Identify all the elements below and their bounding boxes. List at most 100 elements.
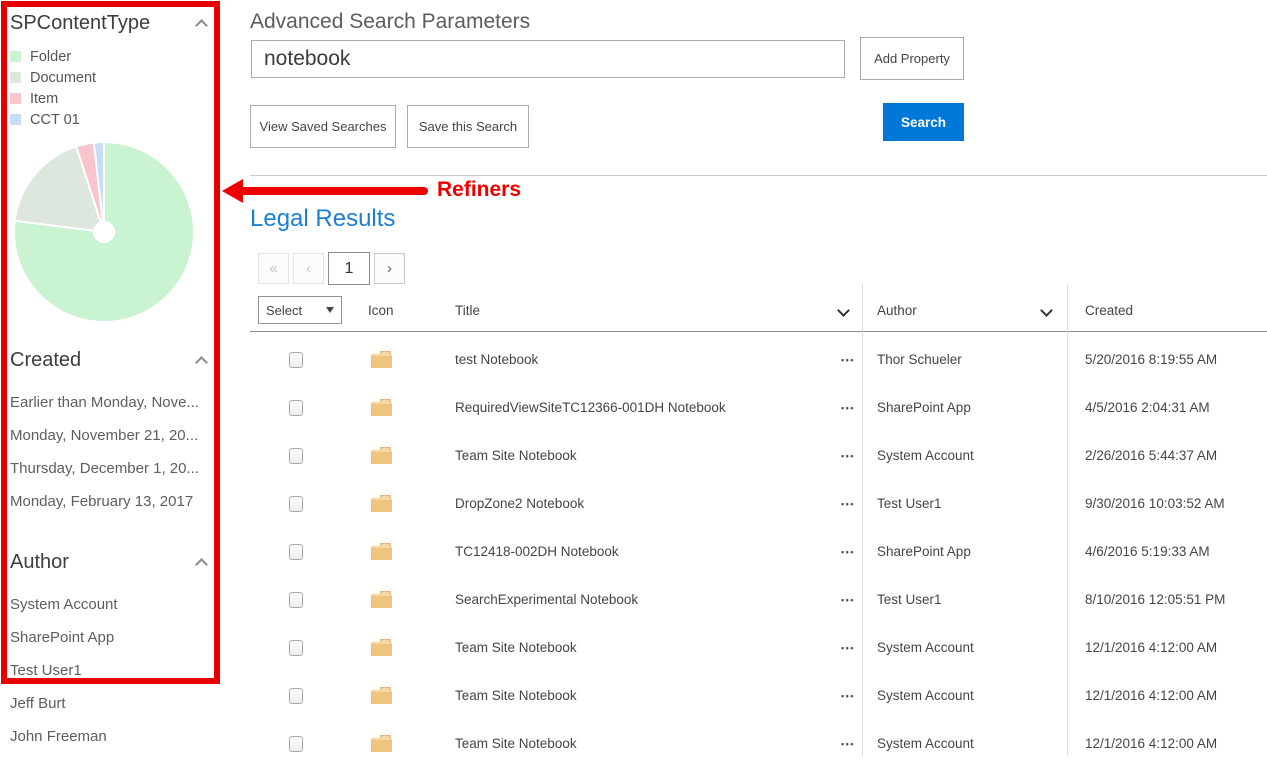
ellipsis-menu-icon[interactable]: ••• (841, 336, 855, 384)
refiner-heading-created: Created (10, 347, 222, 373)
row-checkbox[interactable] (289, 448, 303, 464)
table-row: Team Site Notebook ••• System Account 12… (250, 624, 1267, 672)
row-checkbox[interactable] (289, 592, 303, 608)
pagination-first-button[interactable]: « (258, 253, 289, 284)
table-row: Team Site Notebook ••• System Account 12… (250, 720, 1267, 768)
refiner-created-option[interactable]: Monday, February 13, 2017 (10, 494, 222, 509)
annotation-arrow-icon (222, 179, 243, 203)
result-author: Thor Schueler (877, 336, 962, 384)
refiner-author-option[interactable]: John Freeman (10, 729, 222, 744)
search-query-input[interactable] (251, 40, 845, 78)
ellipsis-menu-icon[interactable]: ••• (841, 432, 855, 480)
table-row: Team Site Notebook ••• System Account 2/… (250, 432, 1267, 480)
column-header-icon: Icon (368, 303, 394, 318)
result-created: 4/6/2016 5:19:33 AM (1085, 528, 1210, 576)
refiner-author-option[interactable]: Test User1 (10, 663, 222, 678)
main-content: Advanced Search Parameters Add Property … (250, 0, 1267, 756)
refiner-author-option[interactable]: System Account (10, 597, 222, 612)
add-property-button[interactable]: Add Property (860, 37, 964, 80)
refiner-created-option[interactable]: Earlier than Monday, Nove... (10, 395, 222, 410)
column-header-title[interactable]: Title (455, 303, 480, 318)
refiner-heading-content-type: SPContentType (10, 10, 222, 36)
ellipsis-menu-icon[interactable]: ••• (841, 528, 855, 576)
row-checkbox[interactable] (289, 688, 303, 704)
result-author: Test User1 (877, 576, 942, 624)
legend-item[interactable]: Document (10, 67, 222, 88)
ellipsis-menu-icon[interactable]: ••• (841, 384, 855, 432)
refiner-heading-author: Author (10, 549, 222, 575)
refiners-panel: SPContentType Folder Document Item CCT 0… (0, 0, 222, 756)
result-created: 8/10/2016 12:05:51 PM (1085, 576, 1225, 624)
pagination-next-button[interactable]: › (374, 253, 405, 284)
result-created: 2/26/2016 5:44:37 AM (1085, 432, 1217, 480)
folder-icon (371, 735, 392, 752)
folder-icon (371, 591, 392, 608)
result-author: System Account (877, 624, 974, 672)
results-table-body: test Notebook ••• Thor Schueler 5/20/201… (250, 336, 1267, 768)
result-title: RequiredViewSiteTC12366-001DH Notebook (455, 384, 726, 432)
refiner-title: Author (10, 551, 69, 574)
row-checkbox[interactable] (289, 544, 303, 560)
legend-swatch (10, 51, 21, 62)
result-author: System Account (877, 672, 974, 720)
legend-swatch (10, 114, 21, 125)
view-saved-searches-button[interactable]: View Saved Searches (250, 105, 396, 148)
result-author: System Account (877, 432, 974, 480)
result-created: 4/5/2016 2:04:31 AM (1085, 384, 1210, 432)
result-author: Test User1 (877, 480, 942, 528)
legend-label: Document (30, 70, 96, 86)
select-dropdown[interactable]: Select (258, 296, 342, 324)
select-dropdown-label: Select (266, 303, 302, 318)
chevron-up-icon[interactable] (195, 356, 208, 369)
result-created: 9/30/2016 10:03:52 AM (1085, 480, 1225, 528)
legend-item[interactable]: Folder (10, 46, 222, 67)
refiner-author-option[interactable]: SharePoint App (10, 630, 222, 645)
row-checkbox[interactable] (289, 736, 303, 752)
result-created: 12/1/2016 4:12:00 AM (1085, 672, 1217, 720)
chevron-up-icon[interactable] (195, 558, 208, 571)
save-this-search-button[interactable]: Save this Search (407, 105, 529, 148)
column-header-author[interactable]: Author (877, 303, 917, 318)
table-row: test Notebook ••• Thor Schueler 5/20/201… (250, 336, 1267, 384)
refiner-created-option[interactable]: Thursday, December 1, 20... (10, 461, 222, 476)
content-type-pie[interactable] (8, 136, 200, 328)
pagination-prev-button[interactable]: ‹ (293, 253, 324, 284)
result-title: Team Site Notebook (455, 432, 577, 480)
result-title: TC12418-002DH Notebook (455, 528, 619, 576)
search-button[interactable]: Search (883, 103, 964, 141)
result-author: System Account (877, 720, 974, 768)
row-checkbox[interactable] (289, 352, 303, 368)
annotation-arrow-shaft (243, 187, 428, 195)
annotation-label: Refiners (437, 178, 521, 202)
row-checkbox[interactable] (289, 640, 303, 656)
result-created: 12/1/2016 4:12:00 AM (1085, 720, 1217, 768)
table-row: RequiredViewSiteTC12366-001DH Notebook •… (250, 384, 1267, 432)
author-sort-chevron-icon[interactable] (1040, 304, 1053, 317)
legend-item[interactable]: CCT 01 (10, 109, 222, 130)
result-author: SharePoint App (877, 528, 971, 576)
legend-item[interactable]: Item (10, 88, 222, 109)
refiner-title: Created (10, 349, 81, 372)
refiner-created-option[interactable]: Monday, November 21, 20... (10, 428, 222, 443)
ellipsis-menu-icon[interactable]: ••• (841, 576, 855, 624)
result-title: Team Site Notebook (455, 672, 577, 720)
folder-icon (371, 543, 392, 560)
table-header-border (250, 331, 1267, 332)
result-title: DropZone2 Notebook (455, 480, 584, 528)
chevron-up-icon[interactable] (195, 19, 208, 32)
ellipsis-menu-icon[interactable]: ••• (841, 720, 855, 768)
pagination-current-page: 1 (328, 252, 370, 285)
row-checkbox[interactable] (289, 400, 303, 416)
ellipsis-menu-icon[interactable]: ••• (841, 672, 855, 720)
refiner-author-option[interactable]: Jeff Burt (10, 696, 222, 711)
result-author: SharePoint App (877, 384, 971, 432)
legend-swatch (10, 72, 21, 83)
ellipsis-menu-icon[interactable]: ••• (841, 624, 855, 672)
pie-legend: Folder Document Item CCT 01 (10, 46, 222, 130)
row-checkbox[interactable] (289, 496, 303, 512)
ellipsis-menu-icon[interactable]: ••• (841, 480, 855, 528)
refiner-title: SPContentType (10, 12, 150, 35)
title-sort-chevron-icon[interactable] (837, 304, 850, 317)
result-created: 12/1/2016 4:12:00 AM (1085, 624, 1217, 672)
column-header-created[interactable]: Created (1085, 303, 1133, 318)
